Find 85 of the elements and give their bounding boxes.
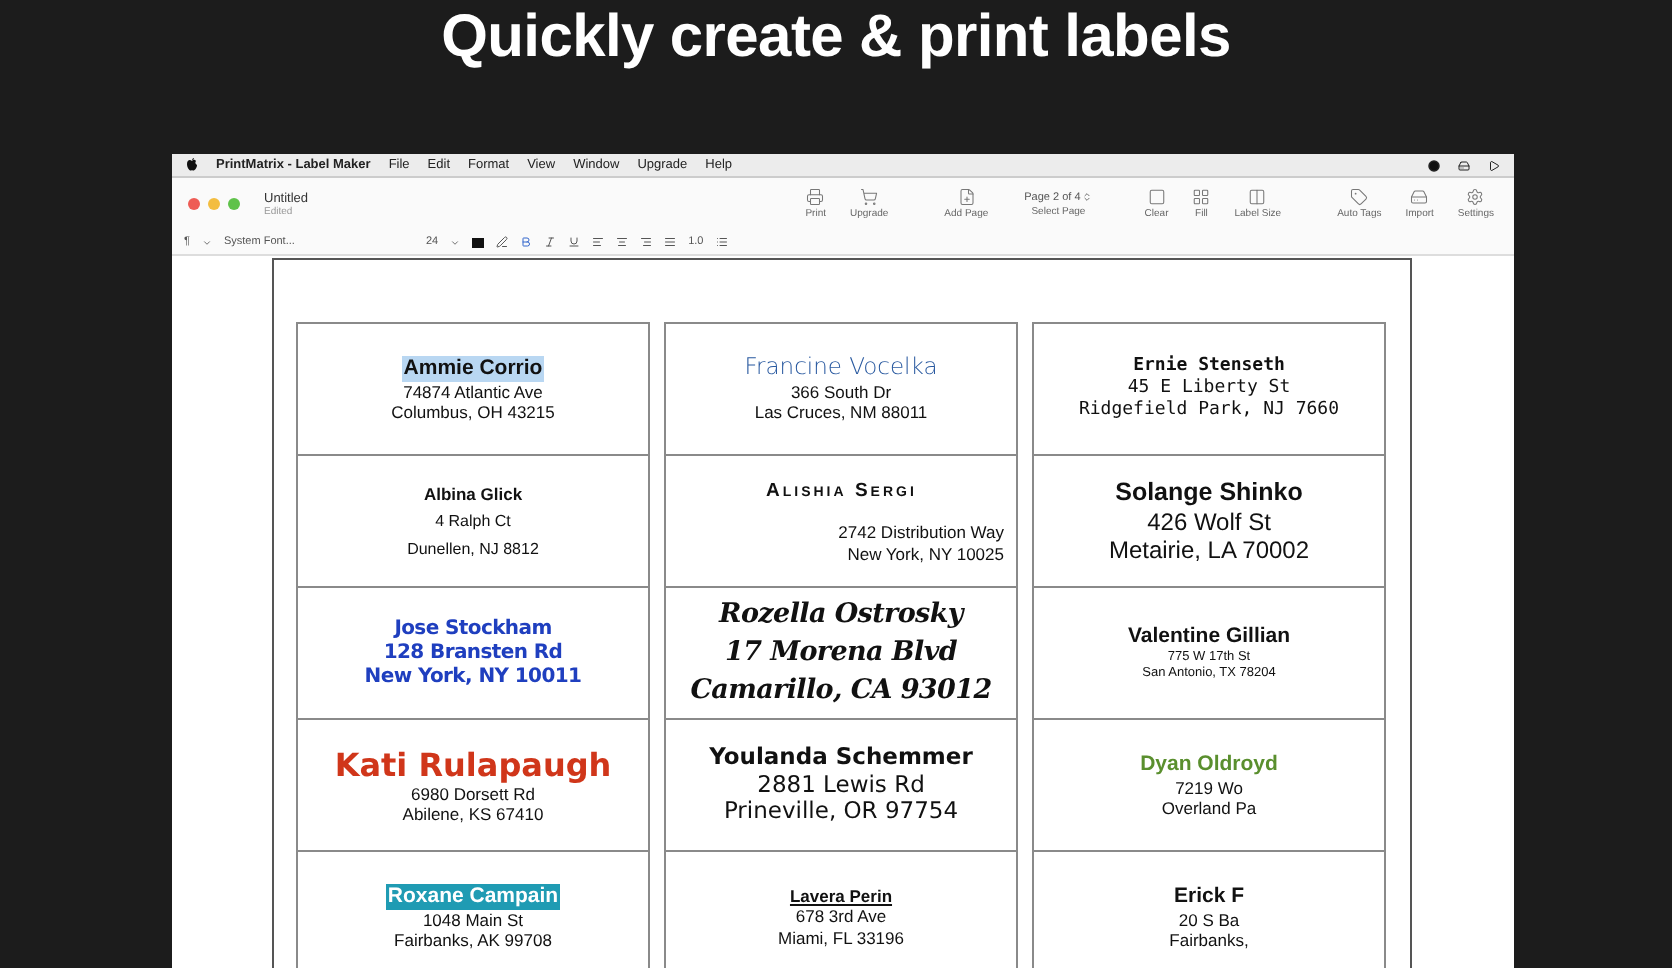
print-icon xyxy=(806,188,825,206)
close-icon[interactable] xyxy=(188,198,200,210)
address-line: 6980 Dorsett Rd xyxy=(411,783,535,805)
address-line: Las Cruces, NM 88011 xyxy=(754,402,928,424)
address-line: 128 Bransten Rd xyxy=(383,641,563,665)
address-line: Overland Pa xyxy=(1161,797,1257,818)
address-label[interactable]: Kati Rulapaugh 6980 Dorsett Rd Abilene, KS 67410 xyxy=(296,718,650,852)
chevron-down-icon[interactable] xyxy=(201,237,212,247)
address-line: 426 Wolf St xyxy=(1147,507,1271,536)
address-label[interactable]: Youlanda Schemmer 2881 Lewis Rd Prineville, OR 97754 xyxy=(664,718,1018,852)
underline-icon[interactable] xyxy=(568,236,581,248)
address-label[interactable]: Francine Vocelka 366 South Dr Las Cruces, NM 88011 xyxy=(664,322,1018,456)
status-icon[interactable] xyxy=(1428,159,1440,171)
import-icon xyxy=(1410,188,1429,206)
recipient-name: Erick F xyxy=(1173,884,1245,910)
justify-icon[interactable] xyxy=(664,236,677,248)
clear-icon xyxy=(1147,188,1166,206)
apple-icon[interactable] xyxy=(186,158,198,172)
recipient-name: Valentine Gillian xyxy=(1127,624,1291,650)
address-label[interactable]: Alishia Sergi 2742 Distribution Way New York, NY 10025 xyxy=(664,454,1018,588)
align-center-icon[interactable] xyxy=(616,236,629,248)
recipient-name: Lavera Perin xyxy=(789,886,893,907)
address-line: 678 3rd Ave xyxy=(795,906,887,928)
address-line: Columbus, OH 43215 xyxy=(391,401,555,422)
list-icon[interactable] xyxy=(715,236,728,248)
recipient-name: Ernie Stenseth xyxy=(1133,356,1285,378)
address-label[interactable]: Ammie Corrio 74874 Atlantic Ave Columbus, OH 43215 xyxy=(296,322,650,456)
recipient-name: Kati Rulapaugh xyxy=(334,745,612,784)
address-line: Fairbanks, xyxy=(1169,929,1249,950)
stepper-icon xyxy=(1082,192,1093,202)
address-label[interactable]: Ernie Stenseth 45 E Liberty St Ridgefield Park, NJ 7660 xyxy=(1032,322,1386,456)
address-label[interactable]: Albina Glick 4 Ralph Ct Dunellen, NJ 8812 xyxy=(296,454,650,588)
recipient-name: Rozella Ostrosky xyxy=(719,596,963,634)
recipient-name: Dyan Oldroyd xyxy=(1140,752,1278,778)
address-line: Dunellen, NJ 8812 xyxy=(407,539,539,559)
settings-icon xyxy=(1466,188,1485,206)
address-line: Abilene, KS 67410 xyxy=(402,804,544,825)
address-label[interactable]: Dyan Oldroyd 7219 Wo Overland Pa xyxy=(1032,718,1386,852)
recipient-name: Albina Glick xyxy=(423,483,523,504)
address-line: 20 S Ba xyxy=(1178,909,1240,930)
address-line: Camarillo, CA 93012 xyxy=(690,672,992,710)
address-line: 2742 Distribution Way xyxy=(836,522,1004,544)
recipient-name: Ammie Corrio xyxy=(403,356,543,382)
recipient-name: Youlanda Schemmer xyxy=(709,743,973,772)
address-line: 1048 Main St xyxy=(422,909,524,930)
address-line: Miami, FL 33196 xyxy=(778,927,904,948)
address-line: 366 South Dr xyxy=(790,382,892,403)
recipient-name: Solange Shinko xyxy=(1115,477,1303,508)
add-page-icon xyxy=(957,188,976,206)
address-label[interactable]: Solange Shinko 426 Wolf St Metairie, LA 70002 xyxy=(1032,454,1386,588)
pen-icon[interactable] xyxy=(496,236,509,248)
address-line: 4 Ralph Ct xyxy=(435,512,511,532)
address-label[interactable]: Lavera Perin 678 3rd Ave Miami, FL 33196 xyxy=(664,850,1018,968)
label-size-icon xyxy=(1248,188,1267,206)
address-line: 7219 Wo xyxy=(1175,777,1243,798)
fill-icon xyxy=(1192,188,1211,206)
address-line: Ridgefield Park, NJ 7660 xyxy=(1078,399,1340,422)
auto-tags-icon xyxy=(1350,188,1369,206)
address-line: Metairie, LA 70002 xyxy=(1108,536,1310,565)
address-line: 2881 Lewis Rd xyxy=(757,771,925,799)
drive-icon[interactable] xyxy=(1458,159,1470,171)
address-line: 74874 Atlantic Ave xyxy=(403,381,543,402)
address-line: Fairbanks, AK 99708 xyxy=(394,929,552,950)
address-line: New York, NY 10011 xyxy=(364,665,582,689)
address-line: 17 Morena Blvd xyxy=(724,634,958,672)
italic-icon[interactable] xyxy=(544,236,557,248)
address-label[interactable]: Roxane Campain 1048 Main St Fairbanks, AK 99708 xyxy=(296,850,650,968)
play-icon[interactable] xyxy=(1488,159,1500,171)
address-line: 45 E Liberty St xyxy=(1127,378,1291,400)
chevron-down-icon[interactable] xyxy=(450,237,461,247)
recipient-name: Alishia Sergi xyxy=(764,480,919,503)
text-color-swatch[interactable] xyxy=(472,237,485,247)
address-line: New York, NY 10025 xyxy=(845,543,1004,564)
recipient-name: Jose Stockham xyxy=(394,617,552,641)
upgrade-icon xyxy=(860,188,879,206)
recipient-name: Francine Vocelka xyxy=(744,354,938,383)
align-left-icon[interactable] xyxy=(592,236,605,248)
headline: Quickly create & print labels xyxy=(439,2,1233,74)
address-label[interactable]: Jose Stockham 128 Bransten Rd New York, NY 10011 xyxy=(296,586,650,720)
address-label[interactable]: Erick F 20 S Ba Fairbanks, xyxy=(1032,850,1386,968)
recipient-name: Roxane Campain xyxy=(387,884,559,910)
bold-icon[interactable] xyxy=(520,236,533,248)
align-right-icon[interactable] xyxy=(640,236,653,248)
address-line: Prineville, OR 97754 xyxy=(723,798,959,827)
address-label[interactable]: Rozella Ostrosky 17 Morena Blvd Camarillo, CA 93012 xyxy=(664,586,1018,720)
